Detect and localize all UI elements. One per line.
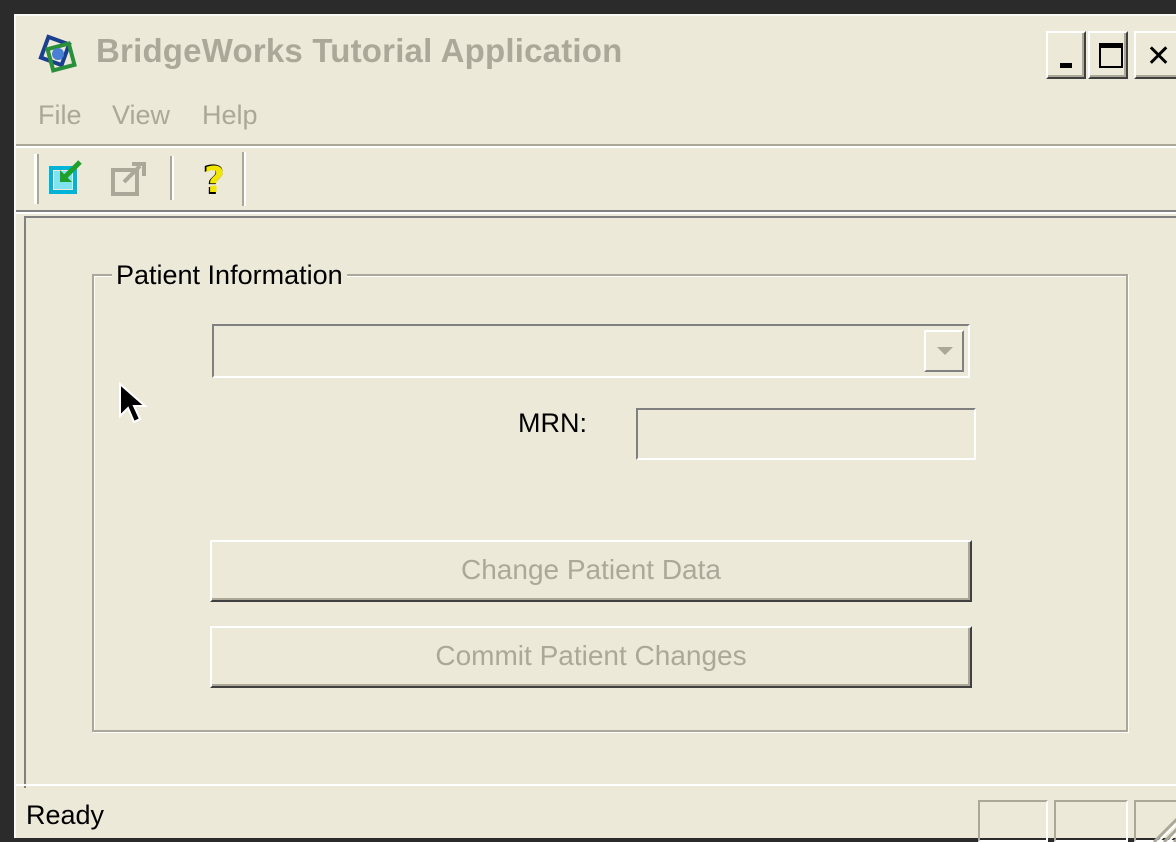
toolbar-separator [170, 156, 174, 200]
mrn-field[interactable] [636, 408, 976, 460]
help-question-icon: ? ? [202, 158, 225, 204]
menu-file[interactable]: File [38, 100, 82, 131]
group-label: Patient Information [112, 260, 347, 291]
maximize-button[interactable] [1088, 31, 1128, 79]
bridgeworks-app-icon [38, 34, 77, 73]
title-bar[interactable]: BridgeWorks Tutorial Application ✕ [16, 16, 1176, 90]
chevron-down-icon[interactable] [924, 330, 964, 372]
close-icon: ✕ [1146, 39, 1172, 74]
status-text: Ready [26, 800, 105, 830]
resize-grip-icon[interactable] [1144, 808, 1176, 842]
main-window: BridgeWorks Tutorial Application ✕ File … [14, 14, 1176, 842]
client-area: Patient Information MRN: Change Patient … [24, 216, 1176, 788]
window-title: BridgeWorks Tutorial Application [96, 32, 623, 69]
toolbar-border [16, 210, 1176, 214]
toolbar-grip[interactable] [34, 154, 39, 204]
change-patient-data-button[interactable]: Change Patient Data [210, 540, 972, 602]
minimize-button[interactable] [1046, 31, 1086, 79]
status-bar: Ready [16, 784, 1176, 842]
export-button[interactable] [108, 156, 154, 200]
menu-bar: File View Help [16, 92, 1176, 142]
commit-patient-changes-button[interactable]: Commit Patient Changes [210, 626, 972, 688]
status-pane [1054, 800, 1128, 842]
svg-text:?: ? [204, 160, 225, 200]
toolbar-end-separator [242, 152, 246, 206]
import-button[interactable] [46, 156, 92, 200]
export-icon [111, 162, 146, 196]
help-button[interactable]: ? ? [192, 156, 238, 204]
mouse-cursor-icon [119, 382, 148, 424]
menu-help[interactable]: Help [202, 100, 258, 131]
toolbar: ? ? [16, 148, 1176, 210]
patient-select[interactable] [212, 324, 970, 378]
import-icon [49, 160, 82, 194]
status-pane [978, 800, 1048, 842]
close-button[interactable]: ✕ [1134, 31, 1176, 79]
mrn-label: MRN: [518, 408, 587, 438]
menu-view[interactable]: View [112, 100, 170, 131]
